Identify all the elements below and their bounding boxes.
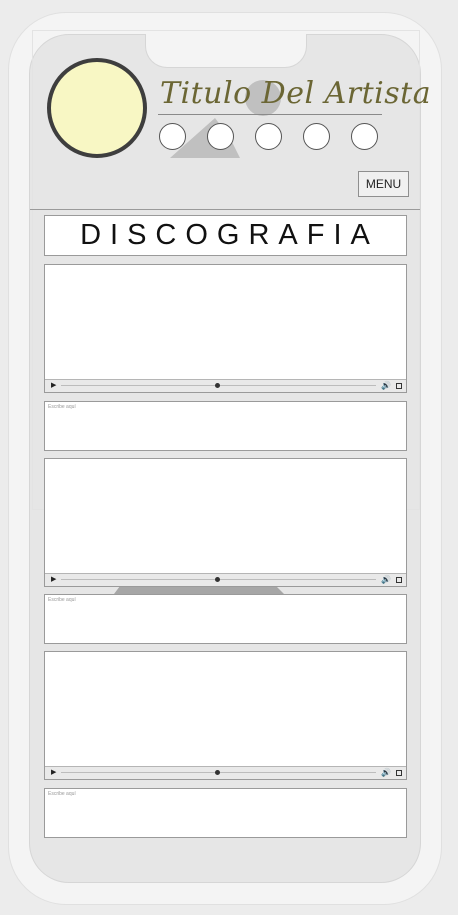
header-divider	[30, 209, 420, 210]
volume-icon[interactable]: 🔊	[381, 575, 391, 584]
phone-notch	[145, 34, 307, 68]
video-player[interactable]: ▶ 🔊	[44, 264, 407, 393]
social-link-2[interactable]	[207, 123, 234, 150]
text-area[interactable]: Escribe aquí	[44, 401, 407, 451]
play-icon[interactable]: ▶	[51, 382, 56, 390]
player-controls: ▶ 🔊	[45, 379, 406, 392]
title-divider	[158, 114, 382, 115]
volume-icon[interactable]: 🔊	[381, 381, 391, 390]
progress-knob[interactable]	[215, 577, 220, 582]
player-controls: ▶ 🔊	[45, 766, 406, 779]
progress-knob[interactable]	[215, 770, 220, 775]
fullscreen-icon[interactable]	[396, 383, 402, 389]
text-area[interactable]: Escribe aquí	[44, 788, 407, 838]
volume-icon[interactable]: 🔊	[381, 768, 391, 777]
avatar[interactable]	[47, 58, 147, 158]
progress-knob[interactable]	[215, 383, 220, 388]
video-player[interactable]: ▶ 🔊	[44, 651, 407, 780]
player-controls: ▶ 🔊	[45, 573, 406, 586]
play-icon[interactable]: ▶	[51, 576, 56, 584]
social-link-5[interactable]	[351, 123, 378, 150]
play-icon[interactable]: ▶	[51, 769, 56, 777]
social-link-4[interactable]	[303, 123, 330, 150]
fullscreen-icon[interactable]	[396, 770, 402, 776]
fullscreen-icon[interactable]	[396, 577, 402, 583]
video-player[interactable]: ▶ 🔊	[44, 458, 407, 587]
section-title: DISCOGRAFIA	[44, 215, 407, 256]
text-area[interactable]: Escribe aquí	[44, 594, 407, 644]
social-link-1[interactable]	[159, 123, 186, 150]
artist-title: Titulo Del Artista	[160, 76, 432, 111]
social-link-3[interactable]	[255, 123, 282, 150]
menu-button[interactable]: MENU	[358, 171, 409, 197]
